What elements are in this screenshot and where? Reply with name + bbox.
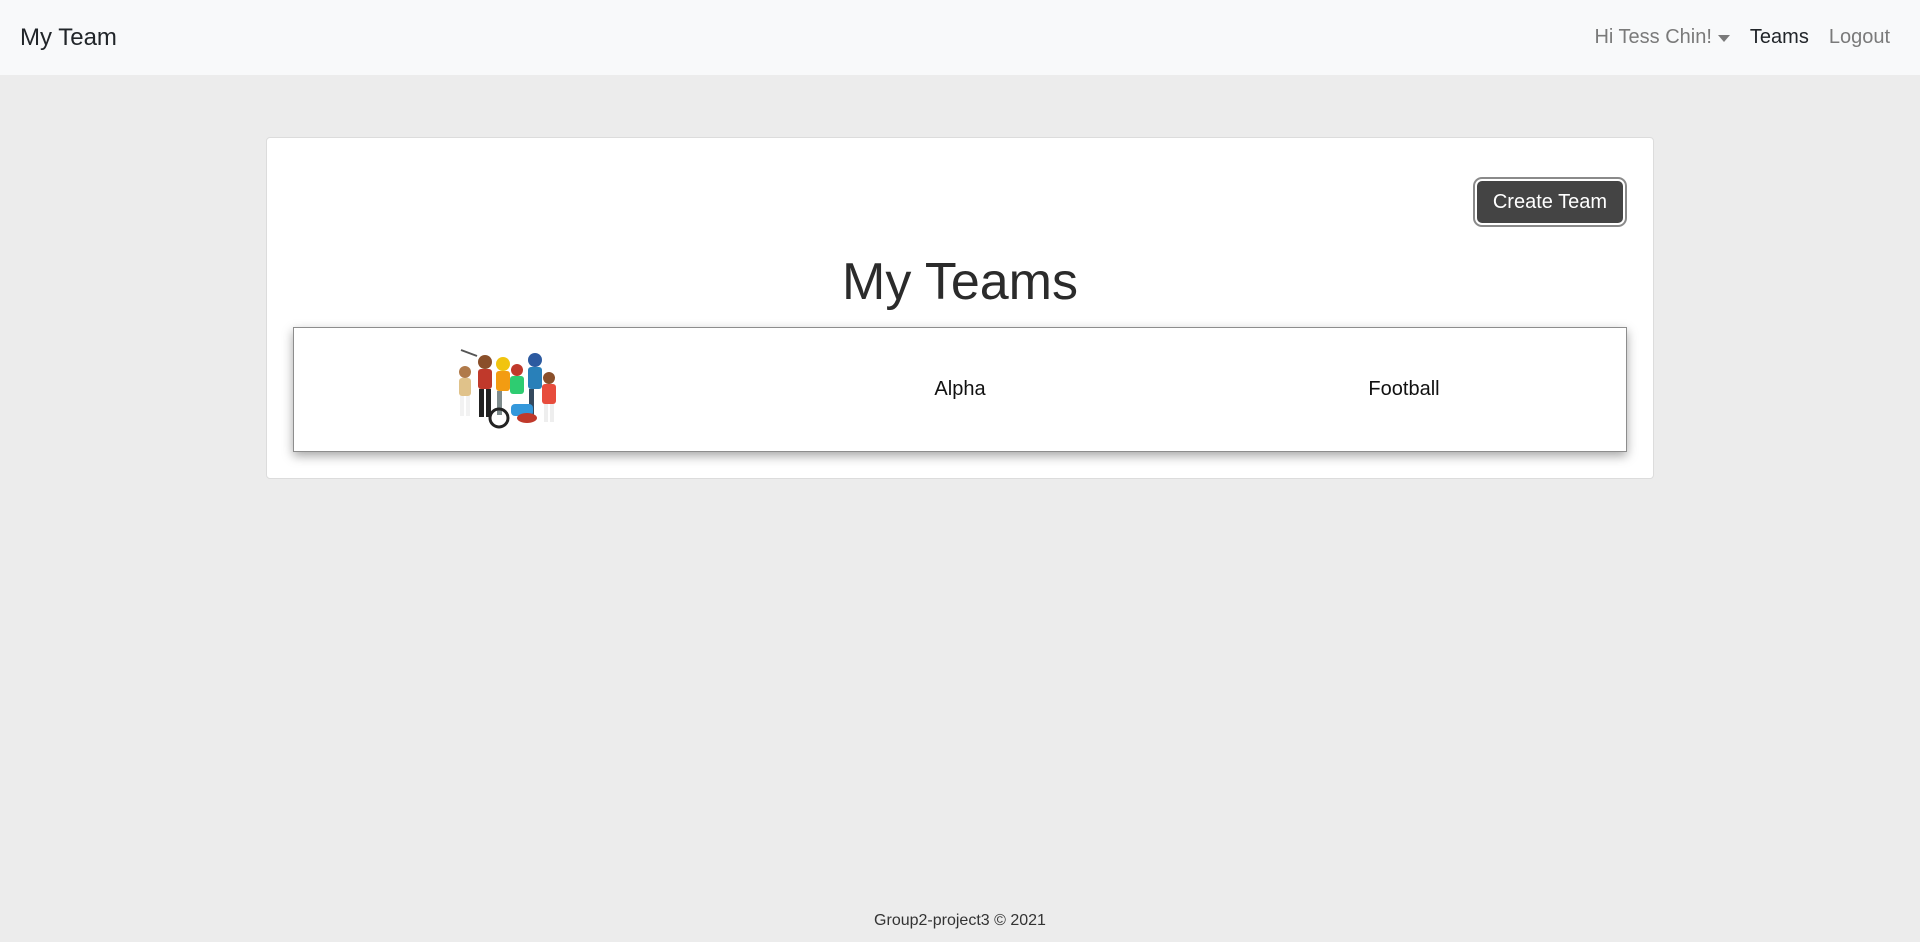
team-image-cell bbox=[294, 328, 738, 451]
nav-links: Hi Tess Chin! Teams Logout bbox=[1584, 26, 1900, 49]
brand-link[interactable]: My Team bbox=[20, 24, 117, 52]
team-name: Alpha bbox=[934, 378, 986, 400]
navbar: My Team Hi Tess Chin! Teams Logout bbox=[0, 0, 1920, 75]
page-title: My Teams bbox=[842, 253, 1078, 311]
team-row[interactable]: Alpha Football bbox=[293, 327, 1627, 452]
teams-link[interactable]: Teams bbox=[1740, 26, 1819, 49]
caret-down-icon bbox=[1717, 35, 1730, 42]
footer: Group2-project3 © 2021 bbox=[874, 912, 1046, 929]
user-menu-dropdown[interactable]: Hi Tess Chin! bbox=[1584, 26, 1739, 49]
user-menu-label: Hi Tess Chin! bbox=[1594, 26, 1712, 48]
team-sport: Football bbox=[1368, 378, 1440, 400]
create-team-button[interactable]: Create Team bbox=[1474, 179, 1625, 225]
teams-card: Create Team My Teams Alpha Football bbox=[266, 137, 1654, 479]
logout-link[interactable]: Logout bbox=[1819, 26, 1900, 49]
team-mascots-image bbox=[459, 348, 556, 428]
